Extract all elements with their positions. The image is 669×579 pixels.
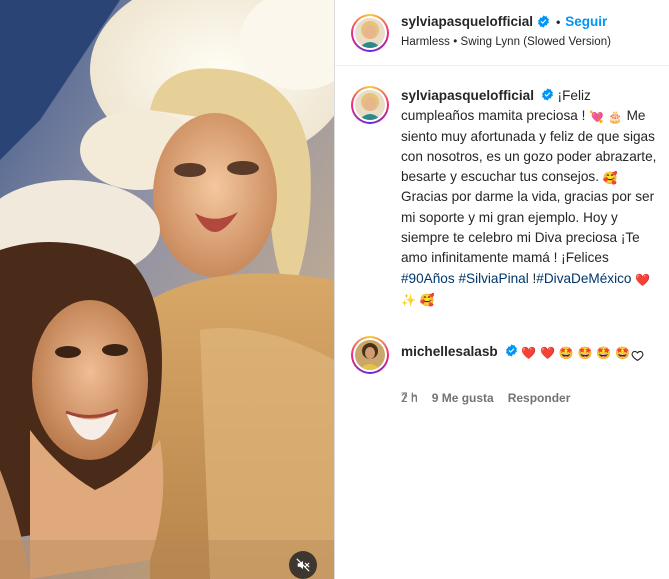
smiling-face-hearts-emoji-icon: 🥰 xyxy=(602,171,618,186)
caption-part-3: Gracias por darme la vida, gracias por s… xyxy=(401,189,655,266)
star-struck-emoji-icon: 🤩 xyxy=(596,346,612,360)
author-row: sylviapasquelofficial • Seguir xyxy=(401,14,607,29)
verified-badge-icon xyxy=(538,15,550,28)
hashtag-silviapinal[interactable]: #SilviaPinal xyxy=(458,271,528,286)
red-heart-emoji-icon: ❤️ xyxy=(540,346,555,360)
mute-button[interactable] xyxy=(289,551,317,579)
hashtag-90anos[interactable]: #90Años xyxy=(401,271,455,286)
comment-time[interactable]: 2 h xyxy=(401,391,418,405)
star-struck-emoji-icon: 🤩 xyxy=(577,346,593,360)
caption-username[interactable]: sylviapasquelofficial xyxy=(401,88,534,103)
heart-arrow-emoji-icon: 💘 xyxy=(589,110,605,125)
post-header: sylviapasquelofficial • Seguir Harmless … xyxy=(335,0,669,66)
star-struck-emoji-icon: 🤩 xyxy=(614,346,630,360)
verified-badge-icon xyxy=(541,88,553,101)
smiling-face-hearts-emoji-icon: 🥰 xyxy=(419,292,435,307)
comment-text: michellesalasb ❤️ ❤️ 🤩 🤩 🤩 🤩 xyxy=(401,342,641,362)
verified-badge-icon xyxy=(505,344,517,357)
commenter-username[interactable]: michellesalasb xyxy=(401,344,498,359)
post-photo[interactable] xyxy=(0,0,334,579)
speaker-muted-icon xyxy=(296,558,310,572)
author-avatar[interactable] xyxy=(351,14,389,52)
commenter-avatar-image xyxy=(355,340,385,370)
audio-track[interactable]: Harmless • Swing Lynn (Slowed Version) xyxy=(401,36,611,48)
photo-image xyxy=(0,0,334,579)
author-avatar-image xyxy=(355,18,385,48)
caption-avatar[interactable] xyxy=(351,86,389,124)
star-struck-emoji-icon: 🤩 xyxy=(558,346,574,360)
heart-outline-icon[interactable] xyxy=(631,349,644,362)
follow-button[interactable]: Seguir xyxy=(565,14,607,29)
caption-text: sylviapasquelofficial ¡Feliz cumpleaños … xyxy=(401,86,661,309)
separator-dot: • xyxy=(556,14,561,29)
comment-meta: 2 h 9 Me gusta Responder xyxy=(401,391,570,405)
reply-button[interactable]: Responder xyxy=(508,391,571,405)
post-side-panel: sylviapasquelofficial • Seguir Harmless … xyxy=(334,0,669,579)
author-username[interactable]: sylviapasquelofficial xyxy=(401,14,533,29)
caption-avatar-image xyxy=(355,90,385,120)
red-heart-emoji-icon: ❤️ xyxy=(635,272,651,287)
comment-likes[interactable]: 9 Me gusta xyxy=(432,391,494,405)
red-heart-emoji-icon: ❤️ xyxy=(521,346,537,360)
commenter-avatar[interactable] xyxy=(351,336,389,374)
sparkles-emoji-icon: ✨ xyxy=(401,292,416,307)
cake-emoji-icon: 🎂 xyxy=(607,110,623,125)
hashtag-divademexico[interactable]: #DivaDeMéxico xyxy=(536,271,631,286)
